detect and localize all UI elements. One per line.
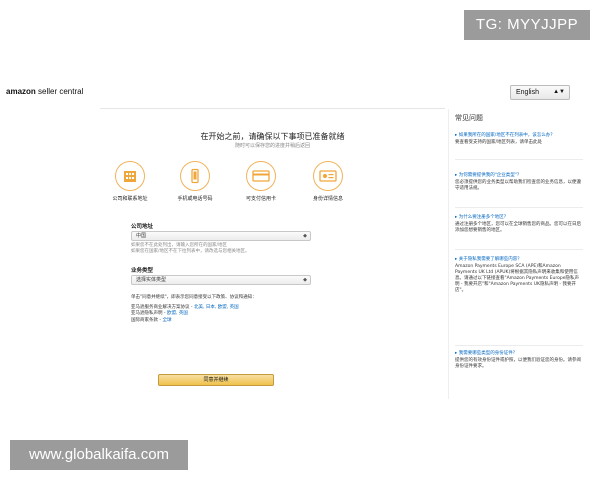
chevron-updown-icon: ◆ [303,233,307,239]
faq-answer: 要查看受支持的国家/地区列表，请单击此处 [455,140,543,145]
faq-question[interactable]: ▸ 关于隐私我需要了解哪些内容？ [455,257,583,263]
requirement-address: 公司和联系地址 [100,161,160,202]
requirement-label: 可支付信用卡 [245,196,276,202]
faq-answer: 通过注册多个地区，您可以在全球销售您的商品。您可以在日后添加您想要销售的地区。 [455,222,581,233]
language-select[interactable]: English ▲▼ [510,85,570,100]
requirement-identity: 身份详情信息 [298,161,358,202]
company-location-label: 公司地址 [131,224,154,230]
faq-question[interactable]: ▸ 如果我所在的国家/地区不在列表中，该怎么办？ [455,133,583,139]
language-value: English [516,89,539,96]
faq-divider [455,345,583,346]
company-location-value: 中国 [136,233,147,239]
business-type-label: 业务类型 [131,268,154,274]
faq-answer: Amazon Payments Europe SCA (APE)和Amazon … [455,264,579,293]
building-icon [115,161,145,191]
terms-link[interactable]: 北美, 日本, 欧盟, 英国 [194,305,239,310]
faq-question[interactable]: ▸ 为什么要注册多个地区？ [455,215,583,221]
id-card-icon [313,161,343,191]
telegram-watermark: TG: MYYJJPP [464,10,590,40]
agree-continue-button[interactable]: 同意并继续 [158,374,274,386]
registration-panel: 在开始之前，请确保以下事项已准备就绪 随时可以保存您的进度并稍后返回 公司和联系… [100,109,445,399]
terms-line: 国际商家条款 - 全球 [131,317,172,323]
site-watermark: www.globalkaifa.com [10,440,188,470]
faq-divider [455,207,583,208]
requirement-label: 手机或电话号码 [177,196,213,202]
terms-notice: 单击"同意并继续"，即表示您同意接受以下政策、协议和通知： 亚马逊服务商业解决方… [131,295,351,324]
requirement-credit-card: 可支付信用卡 [231,161,291,202]
credit-card-icon [246,161,276,191]
requirement-label: 公司和联系地址 [112,196,148,202]
faq-item: ▸ 如果我所在的国家/地区不在列表中，该怎么办？ 要查看受支持的国家/地区列表，… [455,133,583,146]
faq-question[interactable]: ▸ 为何需要提供我的"企业类型"？ [455,173,583,179]
chevron-updown-icon: ▲▼ [553,89,565,95]
hint-line: 如果您在国家/地区不在下拉列表中，请改选与您相关地区。 [131,249,250,254]
faq-answer: 提供您的有效身份证件或护照，以便我们验证您的身份。请参阅身份证件要求。 [455,358,581,369]
chevron-updown-icon: ◆ [303,277,307,283]
faq-divider [455,249,583,250]
faq-item: ▸ 为什么要注册多个地区？ 通过注册多个地区，您可以在全球销售您的商品。您可以在… [455,215,583,234]
merchant-terms-link[interactable]: 全球 [162,318,171,323]
business-type-placeholder: 选择实体类型 [136,277,167,283]
faq-item: ▸ 我需要哪些类型的身份证件？ 提供您的有效身份证件或护照，以便我们验证您的身份… [455,351,583,370]
logo-brand: amazon [6,87,36,96]
company-location-hint: 如果您不在此处列出，请输入您所在的国家/地区 如果您在国家/地区不在下拉列表中，… [131,243,331,255]
faq-divider [455,159,583,160]
business-type-select[interactable]: 选择实体类型 ◆ [131,275,311,285]
phone-icon [180,161,210,191]
terms-intro: 单击"同意并继续"，即表示您同意接受以下政策、协议和通知： [131,295,257,300]
company-location-select[interactable]: 中国 ◆ [131,231,311,241]
logo-suffix: seller central [35,87,84,96]
faq-item: ▸ 为何需要提供我的"企业类型"？ 您必须提供您的业务类型以帮助我们检查您的业务… [455,173,583,192]
seller-central-logo[interactable]: amazon seller central [6,87,83,96]
page-title: 在开始之前，请确保以下事项已准备就绪 [200,132,345,141]
requirement-label: 身份详情信息 [312,196,343,202]
page-subtitle: 随时可以保存您的进度并稍后返回 [234,143,310,149]
faq-answer: 您必须提供您的业务类型以帮助我们检查您的业务信息，以便遵守适用法规。 [455,180,581,191]
faq-item: ▸ 关于隐私我需要了解哪些内容？ Amazon Payments Europe … [455,257,583,294]
faq-question[interactable]: ▸ 我需要哪些类型的身份证件？ [455,351,583,357]
privacy-link[interactable]: 欧盟, 英国 [167,311,188,316]
requirement-phone: 手机或电话号码 [165,161,225,202]
faq-title: 常见问题 [455,114,483,122]
faq-sidebar: 常见问题 ▸ 如果我所在的国家/地区不在列表中，该怎么办？ 要查看受支持的国家/… [448,109,588,399]
screen: TG: MYYJJPP amazon seller central Englis… [0,0,600,480]
